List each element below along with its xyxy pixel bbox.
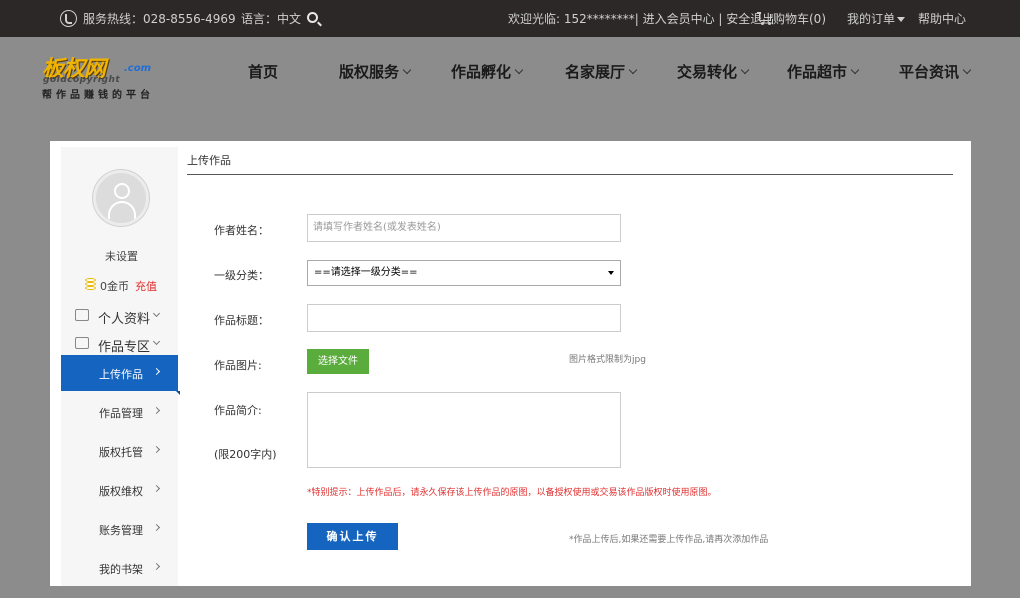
coin-icon xyxy=(85,278,97,290)
chevron-right-icon xyxy=(152,562,161,571)
main-header: 板权网 .com goldcopyright 帮作品赚钱的平台 首页 版权服务 … xyxy=(0,37,1020,107)
user-icon-body xyxy=(108,201,136,219)
nav-home-label: 首页 xyxy=(248,63,279,81)
category-select[interactable]: ==请选择一级分类== xyxy=(307,260,621,286)
language-selector[interactable]: 语言：中文 xyxy=(241,11,301,27)
page-title: 上传作品 xyxy=(187,154,231,167)
member-sidebar: 未设置 0金币 充值 个人资料 作品专区 上传作品 作品管理 版权托管 版权维权… xyxy=(61,147,180,586)
chevron-down-icon xyxy=(152,309,161,318)
site-logo[interactable]: 板权网 .com goldcopyright 帮作品赚钱的平台 xyxy=(42,51,167,101)
sidebar-item-copyright-custody[interactable]: 版权托管 xyxy=(61,433,178,469)
work-title-input[interactable] xyxy=(307,304,621,332)
nav-masters-gallery-label: 名家展厅 xyxy=(565,63,626,81)
upload-warning: *特别提示：上传作品后，请永久保存该上传作品的原图，以备授权使用或交易该作品版权… xyxy=(307,488,717,498)
nav-news[interactable]: 平台资讯 xyxy=(899,61,972,82)
image-icon xyxy=(75,337,89,349)
chevron-down-icon xyxy=(850,65,860,75)
nav-copyright-services[interactable]: 版权服务 xyxy=(339,61,412,82)
chevron-down-icon xyxy=(628,65,638,75)
user-icon xyxy=(114,183,130,199)
chevron-right-icon xyxy=(152,445,161,454)
chevron-down-icon xyxy=(152,337,161,346)
chevron-right-icon xyxy=(152,484,161,493)
sidebar-item-accounts[interactable]: 账务管理 xyxy=(61,511,178,547)
image-format-hint: 图片格式限制为jpg xyxy=(569,355,646,365)
nav-masters-gallery[interactable]: 名家展厅 xyxy=(565,61,638,82)
nav-trade-label: 交易转化 xyxy=(677,63,738,81)
welcome-links[interactable]: 欢迎光临: 152********| 进入会员中心 | 安全退出 xyxy=(508,11,774,27)
chevron-down-icon xyxy=(402,65,412,75)
nav-works-market[interactable]: 作品超市 xyxy=(787,61,860,82)
my-orders-link[interactable]: 我的订单 xyxy=(847,11,906,27)
phone-icon xyxy=(60,10,77,27)
confirm-upload-button[interactable]: 确认上传 xyxy=(307,523,398,550)
logo-english: goldcopyright xyxy=(43,75,121,85)
content-panel: 未设置 0金币 充值 个人资料 作品专区 上传作品 作品管理 版权托管 版权维权… xyxy=(50,141,971,586)
cart-link[interactable]: 购物车(0) xyxy=(773,11,826,27)
search-icon[interactable] xyxy=(307,12,318,23)
logo-domain: .com xyxy=(124,63,152,74)
category-select-value: ==请选择一级分类== xyxy=(314,267,418,278)
work-image-label: 作品图片: xyxy=(214,359,262,372)
title-divider xyxy=(187,174,953,175)
chevron-down-icon xyxy=(962,65,972,75)
nav-trade[interactable]: 交易转化 xyxy=(677,61,750,82)
sidebar-item-label: 我的书架 xyxy=(99,563,143,576)
sidebar-section-profile-label: 个人资料 xyxy=(98,312,151,327)
sidebar-item-label: 作品管理 xyxy=(99,407,143,420)
work-intro-textarea[interactable] xyxy=(307,392,621,468)
sidebar-item-label: 版权托管 xyxy=(99,446,143,459)
my-orders-label: 我的订单 xyxy=(847,12,896,26)
chevron-right-icon xyxy=(152,406,161,415)
sidebar-item-upload-work[interactable]: 上传作品 xyxy=(61,355,180,395)
caret-down-icon xyxy=(897,17,906,22)
author-name-label: 作者姓名： xyxy=(214,224,269,237)
author-name-input[interactable]: 请填写作者姓名(或发表姓名) xyxy=(307,214,621,242)
help-center-link[interactable]: 帮助中心 xyxy=(918,11,966,27)
dropdown-arrow-icon xyxy=(608,271,614,275)
nav-news-label: 平台资讯 xyxy=(899,63,960,81)
chevron-right-icon xyxy=(152,523,161,532)
username: 未设置 xyxy=(105,250,138,263)
nav-incubation-label: 作品孵化 xyxy=(451,63,512,81)
chevron-down-icon xyxy=(514,65,524,75)
sidebar-item-manage-works[interactable]: 作品管理 xyxy=(61,394,178,430)
hotline-text: 服务热线：028-8556-4969 xyxy=(83,12,236,26)
nav-home[interactable]: 首页 xyxy=(248,61,278,82)
sidebar-item-copyright-protection[interactable]: 版权维权 xyxy=(61,472,178,508)
sidebar-section-profile[interactable]: 个人资料 xyxy=(61,306,178,327)
chevron-down-icon xyxy=(740,65,750,75)
nav-copyright-services-label: 版权服务 xyxy=(339,63,400,81)
recharge-link[interactable]: 充值 xyxy=(135,278,157,294)
intro-limit-text: (限200字内) xyxy=(214,448,277,461)
top-bar: 服务热线：028-8556-4969 语言：中文 欢迎光临: 152******… xyxy=(0,0,1020,37)
coin-balance: 0金币 xyxy=(100,280,129,293)
sidebar-item-label: 上传作品 xyxy=(99,368,143,381)
submit-hint: *作品上传后,如果还需要上传作品,请再次添加作品 xyxy=(569,535,769,545)
sidebar-section-works[interactable]: 作品专区 xyxy=(61,334,178,355)
nav-incubation[interactable]: 作品孵化 xyxy=(451,61,524,82)
logo-slogan: 帮作品赚钱的平台 xyxy=(42,90,154,101)
sidebar-section-works-label: 作品专区 xyxy=(98,340,151,355)
work-title-label: 作品标题： xyxy=(214,314,269,327)
chevron-right-icon xyxy=(152,367,161,376)
cart-icon[interactable] xyxy=(757,12,772,25)
sidebar-item-bookshelf[interactable]: 我的书架 xyxy=(61,550,178,586)
nav-works-market-label: 作品超市 xyxy=(787,63,848,81)
avatar[interactable] xyxy=(93,170,149,226)
choose-file-button[interactable]: 选择文件 xyxy=(307,349,369,374)
work-intro-label: 作品简介: xyxy=(214,404,262,417)
sidebar-item-label: 账务管理 xyxy=(99,524,143,537)
sidebar-item-label: 版权维权 xyxy=(99,485,143,498)
profile-card-icon xyxy=(75,309,89,321)
category-label: 一级分类： xyxy=(214,269,269,282)
